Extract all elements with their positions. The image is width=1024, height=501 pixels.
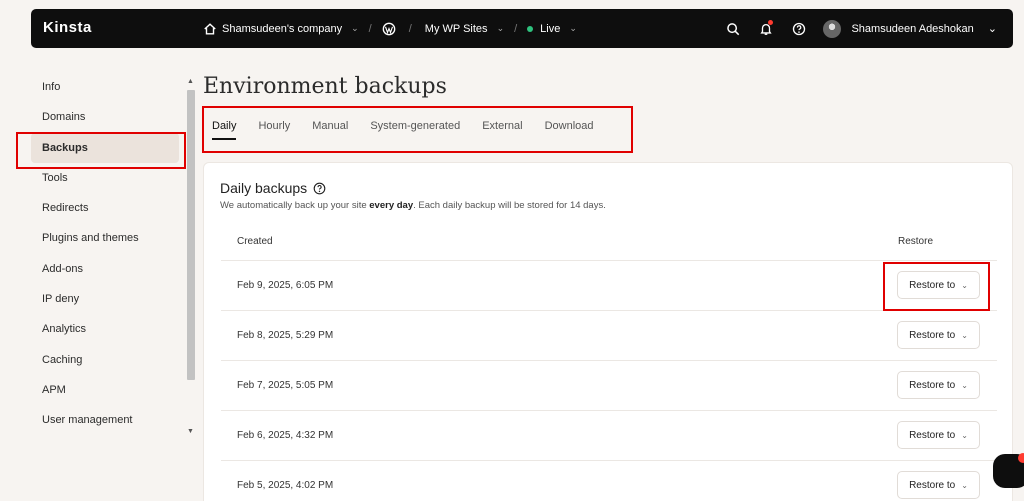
restore-to-button[interactable]: Restore to ⌄ (897, 321, 980, 349)
row-divider (221, 360, 997, 361)
topbar-actions: Shamsudeen Adeshokan ⌄ (724, 9, 1013, 48)
sidebar-item-info[interactable]: Info (31, 72, 191, 102)
sidebar-item-apm[interactable]: APM (31, 375, 191, 405)
sidebar-item-plugins-and-themes[interactable]: Plugins and themes (31, 223, 191, 253)
tab-download[interactable]: Download (545, 117, 594, 140)
chevron-down-icon: ⌄ (569, 23, 577, 33)
sidebar-item-caching[interactable]: Caching (31, 345, 191, 375)
search-icon (727, 22, 740, 35)
breadcrumb-company-label: Shamsudeen's company (222, 22, 343, 35)
row-divider (221, 410, 997, 411)
breadcrumb-sites-label: My WP Sites (424, 22, 488, 35)
tab-daily[interactable]: Daily (212, 117, 237, 140)
kinsta-logo[interactable]: Kinsta (43, 19, 92, 36)
chevron-down-icon: ⌄ (961, 430, 968, 440)
chat-notification-badge (1018, 453, 1024, 463)
restore-label: Restore to (909, 479, 956, 491)
restore-to-button[interactable]: Restore to ⌄ (897, 371, 980, 399)
column-header-created: Created (237, 236, 273, 247)
sidebar: Info Domains Backups Tools Redirects Plu… (31, 72, 191, 436)
restore-label: Restore to (909, 379, 956, 391)
tab-external[interactable]: External (482, 117, 522, 140)
chevron-down-icon[interactable]: ⌄ (988, 22, 997, 35)
tab-system-generated[interactable]: System-generated (370, 117, 460, 140)
chevron-down-icon: ⌄ (961, 380, 968, 390)
sidebar-item-tools[interactable]: Tools (31, 163, 191, 193)
chevron-down-icon: ⌄ (961, 330, 968, 340)
restore-to-button[interactable]: Restore to ⌄ (897, 471, 980, 499)
desc-suffix: . Each daily backup will be stored for 1… (413, 200, 606, 211)
restore-to-button[interactable]: Restore to ⌄ (897, 421, 980, 449)
chevron-down-icon: ⌄ (351, 23, 359, 33)
top-navigation-bar: Kinsta Shamsudeen's company ⌄ / / My WP … (31, 9, 1013, 48)
backup-row-date: Feb 6, 2025, 4:32 PM (237, 430, 334, 441)
page-title: Environment backups (203, 74, 447, 99)
restore-label: Restore to (909, 429, 956, 441)
breadcrumb: Shamsudeen's company ⌄ / / My WP Sites ⌄… (203, 9, 577, 48)
restore-label: Restore to (909, 279, 956, 291)
avatar[interactable] (823, 19, 842, 38)
tab-manual[interactable]: Manual (312, 117, 348, 140)
scroll-up-arrow-icon[interactable]: ▲ (187, 78, 194, 85)
chevron-down-icon: ⌄ (961, 280, 968, 290)
status-dot-icon (527, 25, 534, 32)
search-button[interactable] (724, 20, 742, 38)
user-name[interactable]: Shamsudeen Adeshokan (851, 23, 973, 35)
sidebar-item-backups[interactable]: Backups (31, 132, 179, 163)
breadcrumb-separator: / (368, 22, 372, 35)
scroll-down-arrow-icon[interactable]: ▼ (187, 428, 194, 435)
column-header-restore: Restore (898, 236, 934, 247)
card-title: Daily backups (220, 180, 326, 196)
sidebar-item-analytics[interactable]: Analytics (31, 314, 191, 344)
breadcrumb-environment-label: Live (540, 22, 561, 35)
breadcrumb-separator: / (408, 22, 412, 35)
tab-hourly[interactable]: Hourly (258, 117, 290, 140)
backup-tabs: Daily Hourly Manual System-generated Ext… (212, 117, 616, 140)
sidebar-item-add-ons[interactable]: Add-ons (31, 254, 191, 284)
row-divider (221, 260, 997, 261)
chevron-down-icon: ⌄ (961, 480, 968, 490)
row-divider (221, 310, 997, 311)
sidebar-item-redirects[interactable]: Redirects (31, 193, 191, 223)
sidebar-scrollbar[interactable]: ▲ ▼ (186, 78, 195, 438)
backup-row-date: Feb 9, 2025, 6:05 PM (237, 280, 334, 291)
row-divider (221, 460, 997, 461)
sidebar-item-domains[interactable]: Domains (31, 102, 191, 132)
breadcrumb-environment[interactable]: Live ⌄ (527, 23, 577, 35)
daily-backups-card: Daily backups We automatically back up y… (203, 162, 1013, 501)
chevron-down-icon: ⌄ (496, 23, 505, 33)
restore-label: Restore to (909, 329, 956, 341)
desc-prefix: We automatically back up your site (220, 200, 370, 211)
restore-to-button[interactable]: Restore to ⌄ (897, 271, 980, 299)
home-icon (204, 22, 216, 35)
desc-bold: every day (369, 200, 414, 211)
breadcrumb-separator: / (514, 22, 518, 35)
card-title-text: Daily backups (220, 180, 308, 196)
wordpress-icon (382, 22, 396, 35)
backup-row-date: Feb 7, 2025, 5:05 PM (237, 380, 334, 391)
breadcrumb-company[interactable]: Shamsudeen's company ⌄ (203, 22, 359, 36)
backup-row-date: Feb 8, 2025, 5:29 PM (237, 330, 334, 341)
card-description: We automatically back up your site every… (220, 200, 606, 211)
help-icon (793, 22, 806, 35)
help-icon[interactable] (313, 182, 326, 195)
backup-row-date: Feb 5, 2025, 4:02 PM (237, 480, 334, 491)
help-button[interactable] (790, 20, 808, 38)
notifications-button[interactable] (757, 19, 775, 38)
sidebar-item-ip-deny[interactable]: IP deny (31, 284, 191, 314)
sidebar-item-user-management[interactable]: User management (31, 405, 191, 435)
breadcrumb-sites[interactable]: / My WP Sites ⌄ (382, 22, 504, 36)
scrollbar-thumb[interactable] (187, 90, 195, 380)
